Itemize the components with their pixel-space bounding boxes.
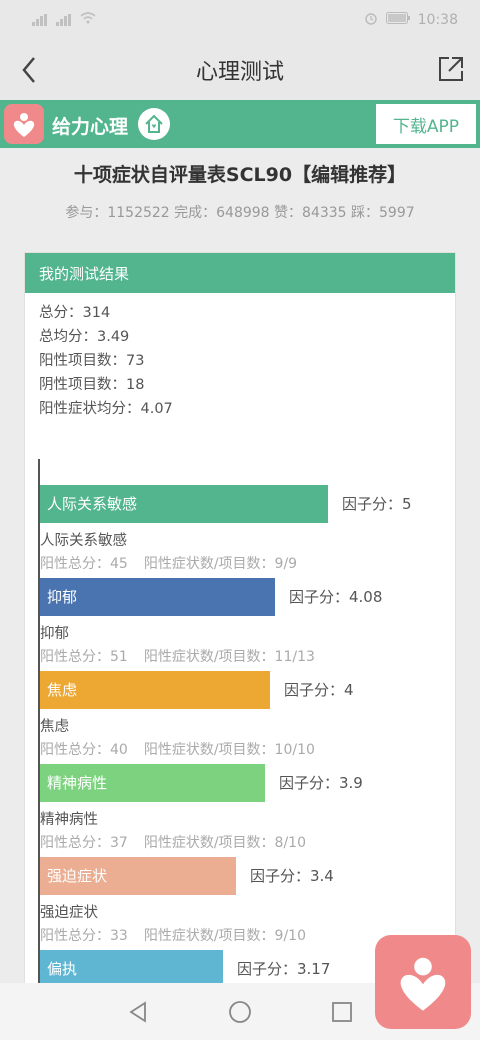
factor-bar: 偏执 xyxy=(40,950,223,983)
heart-person-icon xyxy=(13,113,35,137)
factor-bar: 焦虑 xyxy=(40,671,270,709)
floating-app-button[interactable] xyxy=(375,935,471,1029)
nav-recents-button[interactable] xyxy=(329,999,355,1025)
factor-name: 精神病性 xyxy=(40,812,98,828)
download-app-button[interactable]: 下载APP xyxy=(376,104,476,144)
factor-row: 精神病性 因子分：3.9 精神病性 阳性总分：37 阳性症状数/项目数：8/10 xyxy=(40,764,440,858)
home-button[interactable] xyxy=(138,108,170,140)
battery-icon xyxy=(385,12,410,28)
factor-positive-total: 阳性总分：37 xyxy=(40,835,128,851)
signal-icon xyxy=(56,14,74,26)
circle-home-icon xyxy=(229,1001,251,1023)
factor-detail: 阳性总分：45 阳性症状数/项目数：9/9 xyxy=(40,553,313,573)
factor-name: 强迫症状 xyxy=(40,905,98,921)
factor-detail: 阳性总分：33 阳性症状数/项目数：9/10 xyxy=(40,925,322,945)
factor-bar: 强迫症状 xyxy=(40,857,236,895)
factor-bar-chart: 人际关系敏感 因子分：5 人际关系敏感 阳性总分：45 阳性症状数/项目数：9/9 抑郁因… xyxy=(38,459,448,983)
clock-time: 10:38 xyxy=(417,12,458,28)
heart-person-icon xyxy=(400,957,446,1011)
triangle-back-icon xyxy=(129,1001,146,1023)
factor-score: 因子分：4.08 xyxy=(289,588,383,606)
factor-bar: 人际关系敏感 xyxy=(40,485,328,523)
factor-row: 人际关系敏感 因子分：5 人际关系敏感 阳性总分：45 阳性症状数/项目数：9/9 xyxy=(40,485,440,579)
test-stats: 参与：1152522 完成：648998 赞：84335 踩：5997 xyxy=(65,205,415,221)
brand-banner: 给力心理 下载APP xyxy=(0,100,480,148)
factor-name: 人际关系敏感 xyxy=(40,533,127,549)
signal-indicators xyxy=(32,12,96,28)
brand-name: 给力心理 xyxy=(52,116,129,138)
brand-logo xyxy=(4,104,44,144)
factor-name: 焦虑 xyxy=(40,719,69,735)
status-bar: 10:38 xyxy=(0,0,480,40)
total-score: 总分：314 xyxy=(39,305,111,321)
factor-positive-total: 阳性总分：45 xyxy=(40,556,128,572)
factor-score: 因子分：3.17 xyxy=(237,960,331,978)
factor-bar: 抑郁 xyxy=(40,578,275,616)
square-recents-icon xyxy=(332,1002,352,1022)
factor-positive-count: 阳性症状数/项目数：11/13 xyxy=(143,649,315,665)
factor-positive-count: 阳性症状数/项目数：9/9 xyxy=(143,556,298,572)
factor-row: 强迫症状 因子分：3.4 强迫症状 阳性总分：33 阳性症状数/项目数：9/10 xyxy=(40,857,440,951)
nav-home-button[interactable] xyxy=(227,999,253,1025)
share-button[interactable] xyxy=(436,54,466,84)
nav-back-button[interactable] xyxy=(125,999,151,1025)
factor-score: 因子分：3.9 xyxy=(279,774,363,792)
alarm-icon xyxy=(364,11,378,29)
positive-symptom-average: 阳性症状均分：4.07 xyxy=(39,401,173,417)
factor-detail: 阳性总分：51 阳性症状数/项目数：11/13 xyxy=(40,646,331,666)
result-summary: 总分：314 总均分：3.49 阳性项目数：73 阴性项目数：18 阳性症状均分… xyxy=(25,293,455,429)
negative-item-count: 阴性项目数：18 xyxy=(39,377,145,393)
factor-positive-total: 阳性总分：33 xyxy=(40,928,128,944)
factor-positive-count: 阳性症状数/项目数：10/10 xyxy=(143,742,315,758)
content-area[interactable]: 十项症状自评量表SCL90【编辑推荐】 参与：1152522 完成：648998… xyxy=(0,148,480,983)
home-icon xyxy=(145,114,163,133)
factor-positive-count: 阳性症状数/项目数：9/10 xyxy=(143,928,306,944)
factor-score: 因子分：3.4 xyxy=(250,867,334,885)
positive-item-count: 阳性项目数：73 xyxy=(39,353,145,369)
test-title: 十项症状自评量表SCL90【编辑推荐】 xyxy=(73,164,407,186)
factor-positive-count: 阳性症状数/项目数：8/10 xyxy=(143,835,306,851)
title-bar: 心理测试 xyxy=(0,40,480,100)
page-title: 心理测试 xyxy=(195,60,284,85)
factor-row: 焦虑 因子分：4 焦虑 阳性总分：40 阳性症状数/项目数：10/10 xyxy=(40,671,440,765)
factor-score: 因子分：4 xyxy=(284,681,354,699)
average-score: 总均分：3.49 xyxy=(39,329,130,345)
signal-icon xyxy=(32,14,50,26)
factor-bar: 精神病性 xyxy=(40,764,265,802)
factor-detail: 阳性总分：40 阳性症状数/项目数：10/10 xyxy=(40,739,331,759)
factor-detail: 阳性总分：37 阳性症状数/项目数：8/10 xyxy=(40,832,322,852)
factor-name: 抑郁 xyxy=(40,626,69,642)
result-header: 我的测试结果 xyxy=(25,253,455,293)
result-card: 我的测试结果 总分：314 总均分：3.49 阳性项目数：73 阴性项目数：18… xyxy=(24,252,456,983)
wifi-icon xyxy=(80,12,96,28)
share-icon xyxy=(439,57,463,81)
factor-positive-total: 阳性总分：51 xyxy=(40,649,128,665)
factor-positive-total: 阳性总分：40 xyxy=(40,742,128,758)
factor-row: 抑郁 因子分：4.08 抑郁 阳性总分：51 阳性症状数/项目数：11/13 xyxy=(40,578,440,672)
factor-score: 因子分：5 xyxy=(342,495,412,513)
